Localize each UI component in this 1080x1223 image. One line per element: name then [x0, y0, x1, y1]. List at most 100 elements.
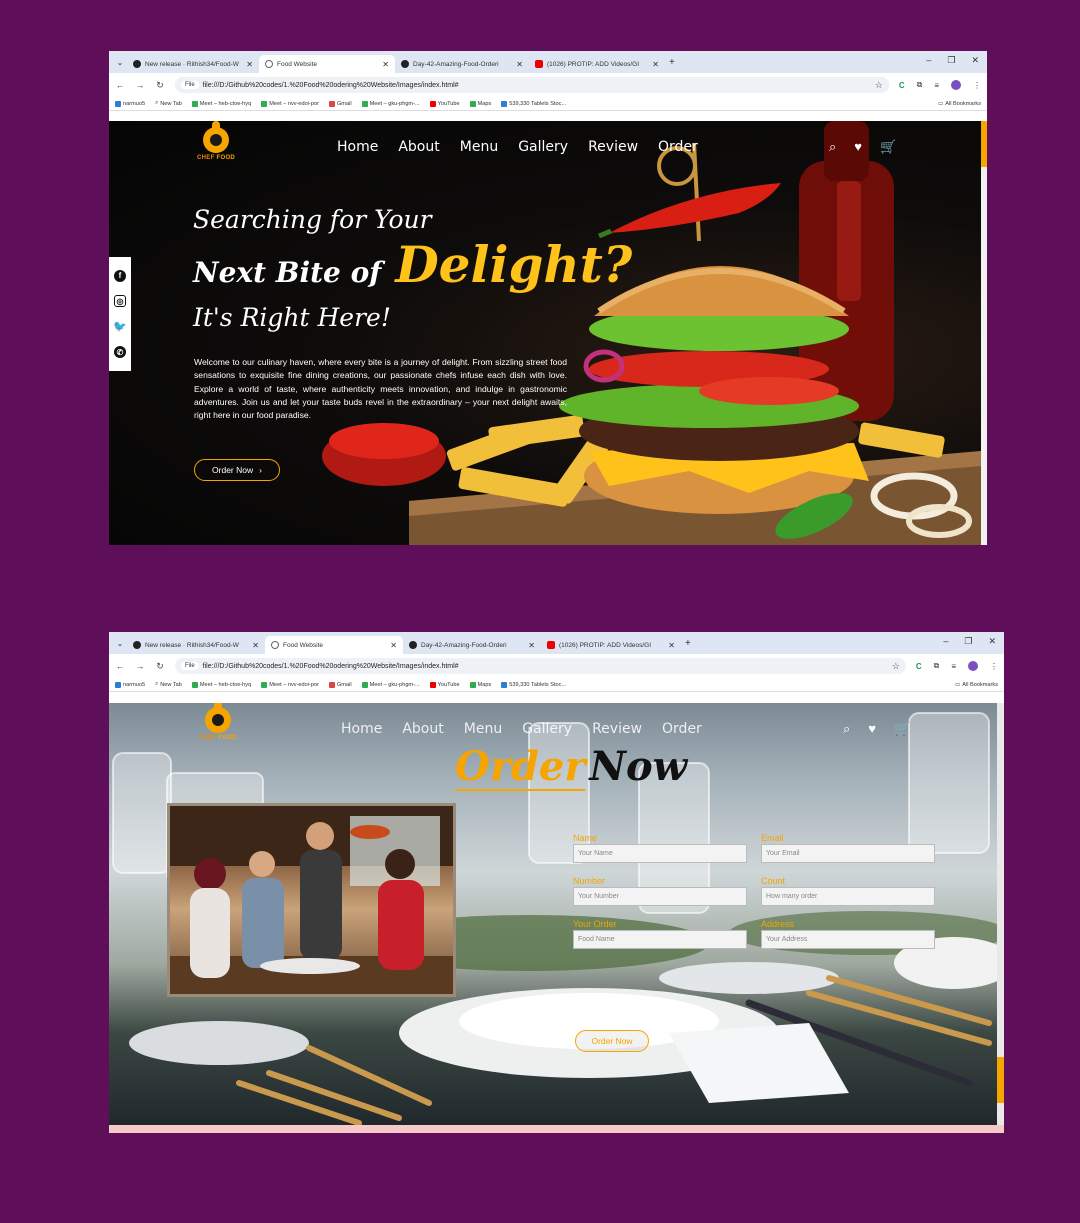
extension-c-icon[interactable]: C — [916, 662, 922, 671]
tab-youtube[interactable]: (1026) PROTIP: ADD Videos/GI ✕ — [529, 55, 665, 73]
file-chip[interactable]: File — [181, 81, 199, 89]
minimize-icon[interactable]: – — [926, 55, 931, 66]
close-icon[interactable]: ✕ — [516, 60, 523, 69]
extension-c-icon[interactable]: C — [899, 81, 905, 90]
close-icon[interactable]: ✕ — [652, 60, 659, 69]
scrollbar[interactable] — [997, 703, 1004, 1125]
email-field[interactable]: Your Email — [761, 844, 935, 863]
reload-icon[interactable]: ↻ — [155, 661, 165, 672]
twitter-icon[interactable]: 🐦 — [113, 320, 127, 333]
media-icon[interactable]: ≡ — [934, 81, 939, 90]
url-field[interactable]: File file:///D:/Github%20codes/1.%20Food… — [175, 658, 906, 674]
nav-review[interactable]: Review — [592, 721, 642, 737]
cart-icon[interactable]: 🛒 — [894, 721, 910, 737]
bookmark-item[interactable]: 539,330 Tablets Stoc... — [501, 681, 566, 688]
bookmark-item[interactable]: Maps — [469, 100, 491, 107]
file-chip[interactable]: File — [181, 662, 199, 670]
nav-review[interactable]: Review — [588, 139, 638, 155]
back-icon[interactable]: ← — [115, 80, 125, 90]
media-icon[interactable]: ≡ — [951, 662, 956, 671]
bookmark-item[interactable]: Meet – gku-phgm-... — [361, 100, 420, 107]
tab-github-release[interactable]: New release · Rithish34/Food-W ✕ — [127, 55, 259, 73]
tab-search-icon[interactable]: ⌄ — [113, 55, 127, 69]
logo[interactable]: CHEF FOOD — [199, 703, 237, 741]
bookmark-item[interactable]: ⌕ New Tab — [155, 100, 182, 107]
bookmark-item[interactable]: Meet – gku-phgm-... — [361, 681, 420, 688]
heart-icon[interactable]: ♥ — [854, 139, 862, 155]
tab-food-website[interactable]: Food Website ✕ — [259, 55, 395, 73]
name-field[interactable]: Your Name — [573, 844, 747, 863]
count-field[interactable]: How many order — [761, 887, 935, 906]
logo[interactable]: CHEF FOOD — [197, 121, 235, 161]
bookmark-item[interactable]: 539,330 Tablets Stoc... — [501, 100, 566, 107]
extensions-puzzle-icon[interactable]: ⧉ — [934, 661, 940, 671]
close-window-icon[interactable]: ✕ — [971, 55, 979, 66]
facebook-icon[interactable]: f — [114, 269, 126, 282]
reload-icon[interactable]: ↻ — [155, 80, 165, 91]
nav-order[interactable]: Order — [658, 139, 698, 155]
number-field[interactable]: Your Number — [573, 887, 747, 906]
nav-gallery[interactable]: Gallery — [518, 139, 568, 155]
kebab-menu-icon[interactable]: ⋮ — [990, 662, 998, 671]
bookmark-item[interactable]: Meet – heb-ctoe-hyq — [191, 681, 251, 688]
new-tab-icon[interactable]: + — [685, 638, 691, 649]
bookmark-item[interactable]: YouTube — [429, 100, 460, 107]
close-icon[interactable]: ✕ — [246, 60, 253, 69]
bookmark-item[interactable]: Maps — [469, 681, 491, 688]
tab-youtube[interactable]: (1026) PROTIP: ADD Videos/GI ✕ — [541, 636, 681, 654]
order-now-submit-button[interactable]: Order Now — [575, 1030, 649, 1052]
bookmark-item[interactable]: Meet – heb-ctoe-hyq — [191, 100, 251, 107]
cart-icon[interactable]: 🛒 — [880, 139, 896, 155]
bookmark-item[interactable]: YouTube — [429, 681, 460, 688]
all-bookmarks[interactable]: ▭ All Bookmarks — [955, 682, 998, 688]
nav-menu[interactable]: Menu — [460, 139, 498, 155]
close-icon[interactable]: ✕ — [252, 641, 259, 650]
close-icon[interactable]: ✕ — [528, 641, 535, 650]
tab-github-day42[interactable]: Day-42-Amazing-Food-Orderi ✕ — [395, 55, 529, 73]
order-now-button[interactable]: Order Now › — [194, 459, 280, 481]
profile-avatar[interactable] — [951, 80, 961, 90]
scrollbar-thumb[interactable] — [997, 1057, 1004, 1103]
bookmark-item[interactable]: Meet – nvv-edoi-por — [261, 681, 319, 688]
search-icon[interactable]: ⌕ — [843, 721, 850, 737]
address-field[interactable]: Your Address — [761, 930, 935, 949]
close-window-icon[interactable]: ✕ — [988, 636, 996, 647]
tab-food-website[interactable]: Food Website ✕ — [265, 636, 403, 654]
forward-icon[interactable]: → — [135, 80, 145, 90]
scrollbar[interactable] — [981, 121, 987, 545]
close-icon[interactable]: ✕ — [668, 641, 675, 650]
nav-home[interactable]: Home — [341, 721, 382, 737]
tab-search-icon[interactable]: ⌄ — [113, 636, 127, 650]
instagram-icon[interactable]: ◎ — [114, 295, 126, 308]
bookmark-item[interactable]: Gmail — [328, 100, 352, 107]
search-icon[interactable]: ⌕ — [829, 139, 836, 155]
minimize-icon[interactable]: – — [943, 636, 948, 647]
restore-icon[interactable]: ❐ — [947, 55, 955, 66]
url-field[interactable]: File file:///D:/Github%20codes/1.%20Food… — [175, 77, 889, 93]
bookmark-item[interactable]: Gmail — [328, 681, 352, 688]
tab-github-release[interactable]: New release · Rithish34/Food-W ✕ — [127, 636, 265, 654]
bookmark-item[interactable]: ⌕ New Tab — [155, 681, 182, 688]
tab-github-day42[interactable]: Day-42-Amazing-Food-Orderi ✕ — [403, 636, 541, 654]
nav-about[interactable]: About — [402, 721, 443, 737]
close-icon[interactable]: ✕ — [382, 60, 389, 69]
restore-icon[interactable]: ❐ — [964, 636, 972, 647]
bookmark-item[interactable]: narmuo5 — [115, 100, 145, 107]
back-icon[interactable]: ← — [115, 661, 125, 671]
food-name-field[interactable]: Food Name — [573, 930, 747, 949]
scrollbar-thumb[interactable] — [981, 121, 987, 167]
profile-avatar[interactable] — [968, 661, 978, 671]
nav-about[interactable]: About — [398, 139, 439, 155]
extensions-puzzle-icon[interactable]: ⧉ — [917, 80, 923, 90]
close-icon[interactable]: ✕ — [390, 641, 397, 650]
nav-gallery[interactable]: Gallery — [522, 721, 572, 737]
kebab-menu-icon[interactable]: ⋮ — [973, 81, 981, 90]
nav-home[interactable]: Home — [337, 139, 378, 155]
bookmark-item[interactable]: Meet – nvv-edoi-por — [261, 100, 319, 107]
new-tab-icon[interactable]: + — [669, 57, 675, 68]
bookmark-item[interactable]: narmuo5 — [115, 681, 145, 688]
nav-order[interactable]: Order — [662, 721, 702, 737]
forward-icon[interactable]: → — [135, 661, 145, 671]
heart-icon[interactable]: ♥ — [868, 721, 876, 737]
all-bookmarks[interactable]: ▭ All Bookmarks — [938, 101, 981, 107]
